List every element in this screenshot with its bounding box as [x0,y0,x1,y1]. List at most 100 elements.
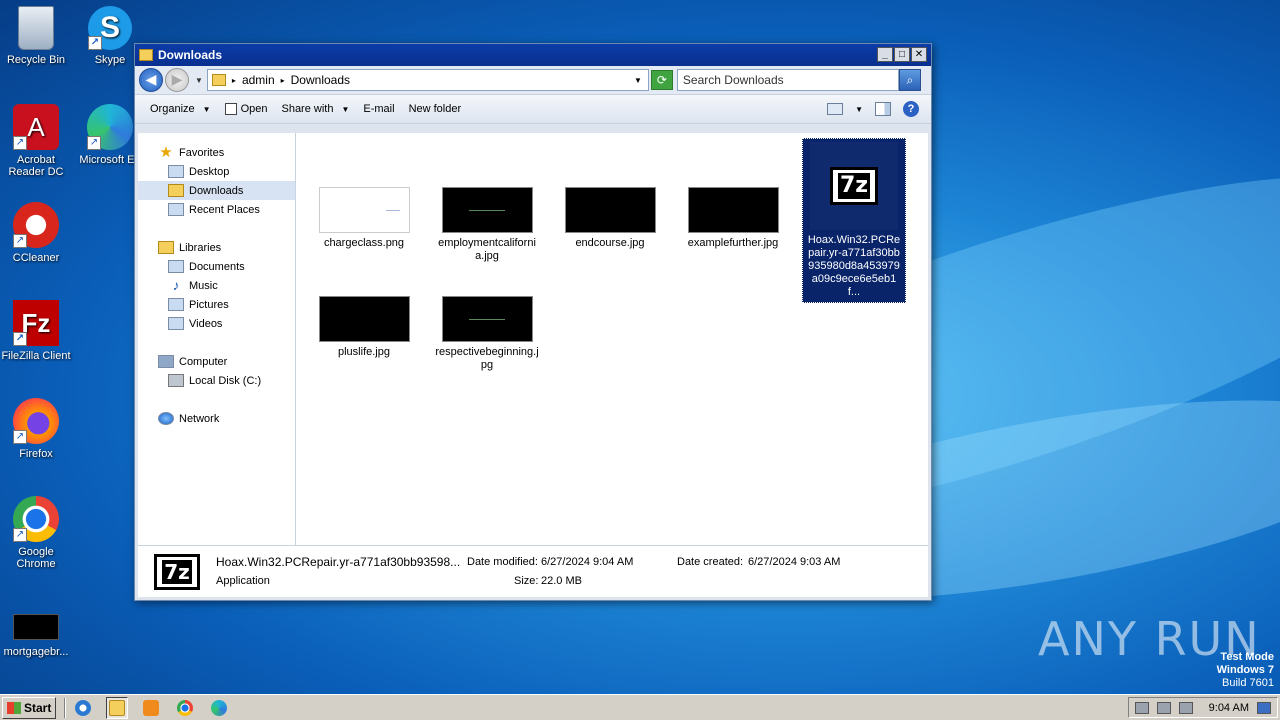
taskbar-chrome[interactable] [174,697,196,719]
taskbar-explorer[interactable] [106,696,129,719]
change-view-icon[interactable] [827,103,844,115]
nav-item-libraries[interactable]: Libraries [138,238,295,257]
nav-label: Desktop [189,165,230,178]
maximize-button[interactable]: □ [894,47,910,62]
desktop-icon-label: Google Chrome [16,546,56,570]
file-item[interactable]: pluslife.jpg [312,296,416,359]
nav-item-network[interactable]: Network [138,409,295,428]
date-modified-label: Date modified: [467,556,538,568]
start-button[interactable]: Start [2,696,57,719]
volume-icon[interactable] [1134,701,1149,714]
command-bar: Organize ▼ Open Share with ▼ E-mail New … [135,94,931,124]
watermark-line: Windows 7 [1216,664,1274,676]
desktop-icon-firefox[interactable]: ↗ Firefox [0,398,72,460]
title-bar[interactable]: Downloads _ □ ✕ [135,44,931,66]
share-with-button[interactable]: Share with ▼ [274,99,356,119]
explorer-window[interactable]: Downloads _ □ ✕ ◀ ▶ ▼ ▸ admin ▸ Download… [134,43,932,601]
chevron-down-icon[interactable]: ▼ [855,105,863,114]
breadcrumb-downloads[interactable]: Downloads [291,73,350,87]
desktop-icon-label: CCleaner [12,252,60,264]
file-name: respectivebeginning.jpg [435,346,539,371]
breadcrumb-admin[interactable]: admin [242,73,275,87]
forward-button[interactable]: ▶ [165,68,189,92]
desktop-icon-acrobat[interactable]: A ↗ Acrobat Reader DC [0,104,72,178]
refresh-button[interactable]: ⟳ [650,70,673,90]
nav-label: Downloads [189,184,244,197]
organize-button[interactable]: Organize ▼ [143,99,218,119]
date-created-value: 6/27/2024 9:03 AM [748,556,841,568]
chevron-down-icon[interactable]: ▼ [634,76,642,85]
nav-item-desktop[interactable]: Desktop [138,162,295,181]
file-item[interactable]: respectivebeginning.jpg [435,296,539,372]
navigation-pane[interactable]: ★ Favorites Desktop Downloads Recent Plac… [138,133,296,546]
7zip-icon: 7z [810,142,898,230]
downloads-folder-icon [168,184,184,197]
show-desktop-icon[interactable] [1257,701,1271,714]
close-button[interactable]: ✕ [911,47,927,62]
file-item-selected[interactable]: 7z Hoax.Win32.PCRepair.yr-a771af30bb9359… [802,138,906,303]
file-item[interactable]: employmentcalifornia.jpg [435,187,539,263]
desktop-icon-filezilla[interactable]: Fz ↗ FileZilla Client [0,300,72,362]
firefox-icon: ↗ [13,398,59,444]
nav-item-local-disk[interactable]: Local Disk (C:) [138,371,295,390]
desktop-icon-label: FileZilla Client [1,350,71,362]
image-thumbnail-icon [441,187,533,233]
nav-label: Local Disk (C:) [189,374,262,387]
help-icon[interactable]: ? [903,101,919,117]
preview-pane-icon[interactable] [875,102,891,116]
file-item[interactable]: examplefurther.jpg [681,187,785,250]
desktop-icon-ccleaner[interactable]: ↗ CCleaner [0,202,72,264]
chrome-icon [177,699,194,716]
nav-item-pictures[interactable]: Pictures [138,295,295,314]
network-tray-icon[interactable] [1156,701,1171,714]
taskbar-media-player[interactable] [140,697,162,719]
file-name: pluslife.jpg [338,346,390,358]
crumb-separator-icon[interactable]: ▸ [232,76,236,85]
edge-icon [211,699,228,716]
open-label: Open [240,103,268,115]
window-controls: _ □ ✕ [877,47,927,62]
nav-item-music[interactable]: ♪ Music [138,276,295,295]
taskbar-ie[interactable] [72,697,94,719]
email-button[interactable]: E-mail [356,99,401,119]
minimize-button[interactable]: _ [877,47,893,62]
nav-item-videos[interactable]: Videos [138,314,295,333]
history-dropdown-icon[interactable]: ▼ [195,76,203,85]
desktop-icon-chrome[interactable]: ↗ Google Chrome [0,496,72,570]
nav-item-documents[interactable]: Documents [138,257,295,276]
date-created-label: Date created: [677,556,744,568]
taskbar: Start 9:04 AM [0,694,1280,720]
file-item[interactable]: endcourse.jpg [558,187,662,250]
flag-icon[interactable] [1178,701,1193,714]
media-player-icon [143,699,160,716]
size-label: Size: [514,575,539,587]
chevron-down-icon: ▼ [341,104,350,114]
nav-item-computer[interactable]: Computer [138,352,295,371]
organize-label: Organize [150,103,195,115]
file-name: employmentcalifornia.jpg [438,237,536,262]
clock[interactable]: 9:04 AM [1209,702,1249,714]
file-item[interactable]: chargeclass.png [312,187,416,250]
desktop-icon-recycle-bin[interactable]: Recycle Bin [0,6,72,66]
nav-label: Music [189,279,218,292]
desktop-icon-mortgage-file[interactable]: mortgagebr... [0,614,72,658]
file-name: Hoax.Win32.PCRepair.yr-a771af30bb935980d… [807,234,901,298]
open-button[interactable]: Open [218,99,275,119]
back-button[interactable]: ◀ [139,68,163,92]
details-file-name: Hoax.Win32.PCRepair.yr-a771af30bb93598..… [216,555,461,569]
address-bar[interactable]: ▸ admin ▸ Downloads ▼ [206,69,649,91]
nav-item-recent-places[interactable]: Recent Places [138,200,295,219]
crumb-separator-icon[interactable]: ▸ [281,76,285,85]
nav-item-favorites[interactable]: ★ Favorites [138,143,295,162]
taskbar-separator [64,697,67,718]
file-list[interactable]: chargeclass.png employmentcalifornia.jpg… [296,133,928,546]
star-icon: ★ [159,144,173,161]
nav-item-downloads[interactable]: Downloads [138,181,295,200]
folder-icon [109,699,126,716]
search-input[interactable]: Search Downloads [676,69,899,91]
taskbar-edge[interactable] [208,697,230,719]
search-icon[interactable]: ⌕ [898,69,921,91]
nav-label: Videos [189,317,223,330]
new-folder-button[interactable]: New folder [402,99,469,119]
